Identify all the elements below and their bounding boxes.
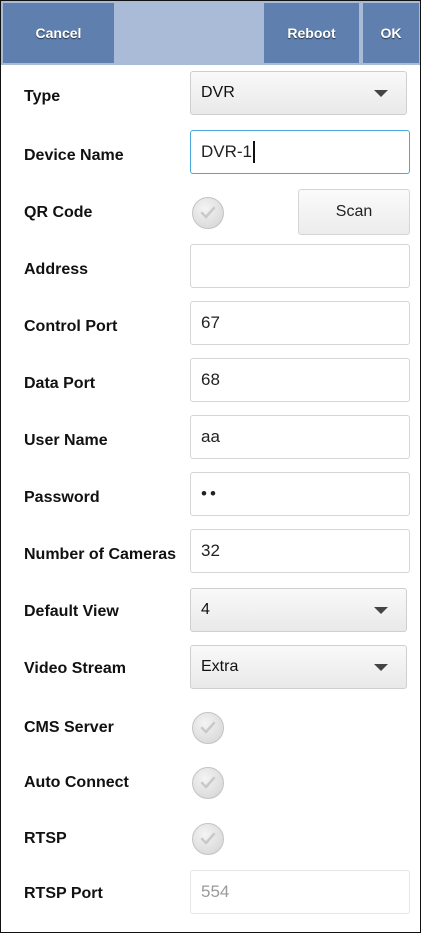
- caret-down-icon: [374, 664, 388, 671]
- device-name-input[interactable]: DVR-1: [190, 130, 410, 174]
- check-icon: [200, 206, 216, 219]
- device-settings-screen: Cancel Reboot OK Type DVR Device Name DV…: [0, 0, 421, 933]
- password-label: Password: [24, 489, 100, 506]
- data-port-value: 68: [201, 370, 220, 389]
- qr-code-label: QR Code: [24, 204, 93, 221]
- data-port-label: Data Port: [24, 375, 96, 392]
- cancel-button[interactable]: Cancel: [3, 3, 114, 63]
- number-of-cameras-input[interactable]: 32: [190, 529, 410, 573]
- type-label: Type: [24, 88, 61, 105]
- auto-connect-checkbox[interactable]: [192, 767, 224, 799]
- address-label: Address: [24, 261, 89, 278]
- data-port-input[interactable]: 68: [190, 358, 410, 402]
- device-name-label: Device Name: [24, 147, 124, 164]
- auto-connect-label: Auto Connect: [24, 774, 129, 791]
- default-view-value: 4: [201, 601, 210, 618]
- scan-button[interactable]: Scan: [298, 189, 410, 235]
- cms-server-label: CMS Server: [24, 719, 114, 736]
- video-stream-value: Extra: [201, 658, 239, 675]
- rtsp-port-value: 554: [201, 882, 230, 901]
- control-port-value: 67: [201, 313, 220, 332]
- default-view-label: Default View: [24, 603, 119, 620]
- qr-code-checkbox[interactable]: [192, 197, 224, 229]
- check-icon: [200, 832, 216, 845]
- caret-down-icon: [374, 90, 388, 97]
- control-port-input[interactable]: 67: [190, 301, 410, 345]
- cms-server-checkbox[interactable]: [192, 712, 224, 744]
- text-cursor: [253, 141, 256, 163]
- default-view-select[interactable]: 4: [190, 588, 407, 632]
- video-stream-label: Video Stream: [24, 660, 126, 677]
- caret-down-icon: [374, 607, 388, 614]
- user-name-label: User Name: [24, 432, 108, 449]
- rtsp-port-input[interactable]: 554: [190, 870, 410, 914]
- user-name-value: aa: [201, 427, 220, 446]
- ok-button[interactable]: OK: [363, 3, 419, 63]
- rtsp-checkbox[interactable]: [192, 823, 224, 855]
- check-icon: [200, 776, 216, 789]
- password-input[interactable]: ••: [190, 472, 410, 516]
- type-value: DVR: [201, 84, 235, 101]
- number-of-cameras-value: 32: [201, 541, 220, 560]
- type-select[interactable]: DVR: [190, 71, 407, 115]
- check-icon: [200, 721, 216, 734]
- rtsp-port-label: RTSP Port: [24, 885, 103, 902]
- video-stream-select[interactable]: Extra: [190, 645, 407, 689]
- address-input[interactable]: [190, 244, 410, 288]
- number-of-cameras-label: Number of Cameras: [24, 546, 177, 563]
- reboot-button[interactable]: Reboot: [264, 3, 359, 63]
- control-port-label: Control Port: [24, 318, 118, 335]
- action-bar: Cancel Reboot OK: [1, 1, 420, 65]
- device-name-value: DVR-1: [201, 142, 253, 161]
- password-value: ••: [201, 484, 219, 503]
- rtsp-label: RTSP: [24, 830, 67, 847]
- user-name-input[interactable]: aa: [190, 415, 410, 459]
